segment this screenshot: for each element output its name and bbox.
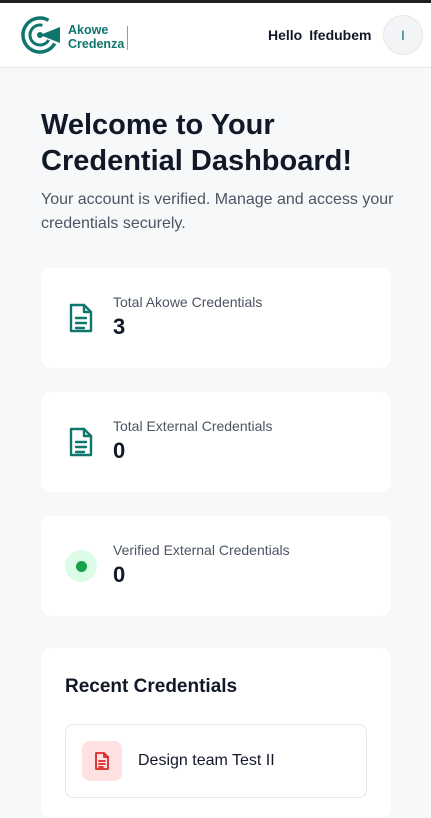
stat-label: Total Akowe Credentials <box>113 294 263 310</box>
stat-value: 0 <box>113 562 126 587</box>
stat-value: 0 <box>113 438 126 463</box>
recent-credentials-panel: Recent Credentials Design team Test II <box>41 648 391 818</box>
status-dot-icon <box>65 550 97 582</box>
recent-credentials-heading: Recent Credentials <box>65 676 238 697</box>
file-icon <box>82 741 122 781</box>
brand-line1: Akowe <box>68 23 109 37</box>
brand-line2: Credenza <box>68 37 125 51</box>
top-nav: Akowe Credenza Hello Ifedubem I <box>0 3 431 68</box>
stat-label: Verified External Credentials <box>113 542 290 558</box>
stat-card-verified: Verified External Credentials 0 <box>41 516 391 616</box>
user-name: Ifedubem <box>309 27 372 43</box>
greeting-text: Hello <box>268 27 303 43</box>
document-icon <box>65 302 97 334</box>
stat-label: Total External Credentials <box>113 418 273 434</box>
user-greeting: Hello Ifedubem <box>268 27 378 43</box>
page-subtitle: Your account is verified. Manage and acc… <box>41 191 394 232</box>
stat-card-external: Total External Credentials 0 <box>41 392 391 492</box>
brand-name[interactable]: Akowe Credenza <box>68 23 129 51</box>
avatar[interactable]: I <box>383 15 423 55</box>
document-icon <box>65 426 97 458</box>
credential-name: Design team Test II <box>138 752 275 769</box>
stat-value: 3 <box>113 314 126 339</box>
credential-item[interactable]: Design team Test II <box>65 724 367 798</box>
page-title: Welcome to Your Credential Dashboard! <box>41 109 352 177</box>
stat-card-akowe: Total Akowe Credentials 3 <box>41 268 391 368</box>
akowe-logo-icon[interactable] <box>20 15 64 55</box>
brand-divider <box>127 26 129 50</box>
